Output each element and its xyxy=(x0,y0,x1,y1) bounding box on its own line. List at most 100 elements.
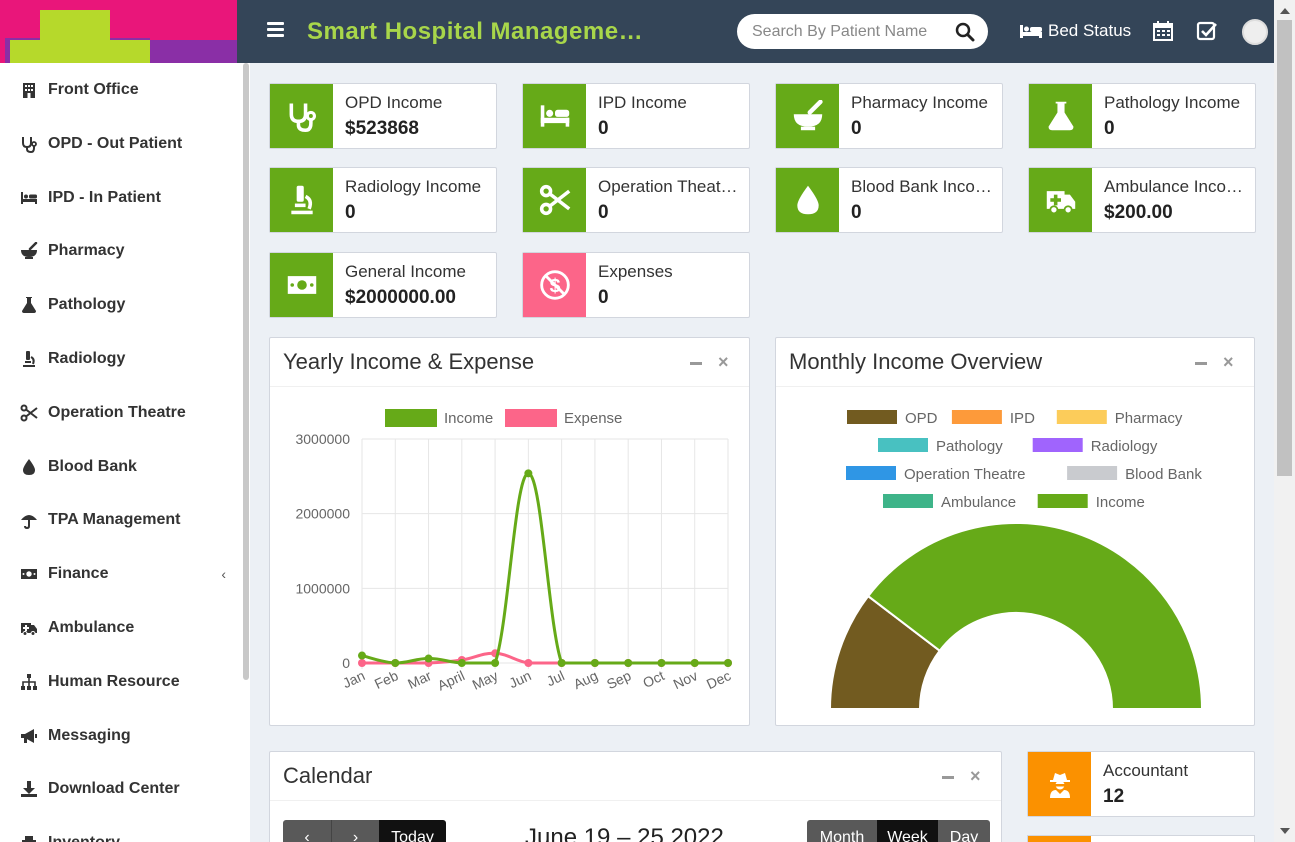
stat-card-operation-theatre-income[interactable]: Operation Theatre Income 0 xyxy=(522,167,750,233)
user-avatar[interactable] xyxy=(1242,19,1268,45)
bed-status-link[interactable]: Bed Status xyxy=(1019,21,1131,41)
stat-card-ambulance-income[interactable]: Ambulance Income $200.00 xyxy=(1028,167,1256,233)
search-input[interactable] xyxy=(752,21,947,43)
hospital-logo[interactable] xyxy=(0,0,237,63)
legend-swatch-expense[interactable] xyxy=(505,409,557,427)
sidebar-item-human-resource[interactable]: Human Resource xyxy=(0,655,240,709)
calendar-icon[interactable] xyxy=(1152,20,1174,42)
close-icon[interactable]: × xyxy=(970,766,981,787)
legend-swatch[interactable] xyxy=(1067,466,1118,480)
card-label: Ambulance Income xyxy=(1104,177,1249,196)
close-icon[interactable]: × xyxy=(718,352,729,373)
svg-text:$: $ xyxy=(549,275,560,297)
y-tick-label: 1000000 xyxy=(295,580,350,596)
calendar-week-view-button[interactable]: Week xyxy=(877,820,938,842)
data-point-income[interactable] xyxy=(657,659,666,667)
legend-swatch-income[interactable] xyxy=(385,409,437,427)
minimize-icon[interactable] xyxy=(1195,362,1207,365)
staff-card-accountant[interactable]: Accountant 12 xyxy=(1027,751,1255,817)
sidebar-item-operation-theatre[interactable]: Operation Theatre xyxy=(0,386,240,440)
sidebar-item-finance[interactable]: Finance ‹ xyxy=(0,547,240,601)
stat-card-expenses[interactable]: $ Expenses 0 xyxy=(522,252,750,318)
x-tick-label: Sep xyxy=(604,667,634,692)
sidebar-item-radiology[interactable]: Radiology xyxy=(0,332,240,386)
legend-swatch[interactable] xyxy=(846,466,896,480)
sitemap-icon xyxy=(18,672,40,692)
calendar-month-view-button[interactable]: Month xyxy=(807,820,877,842)
legend-swatch[interactable] xyxy=(1056,410,1107,424)
calendar-today-button[interactable]: Today xyxy=(379,820,446,842)
data-point-income[interactable] xyxy=(624,659,633,667)
menu-toggle-icon[interactable] xyxy=(267,22,284,38)
bed-icon xyxy=(18,188,40,208)
sidebar-item-tpa-management[interactable]: TPA Management xyxy=(0,493,240,547)
card-label: Pathology Income xyxy=(1104,93,1241,112)
minimize-icon[interactable] xyxy=(942,776,954,779)
data-point-income[interactable] xyxy=(690,659,699,667)
sidebar-item-pharmacy[interactable]: Pharmacy xyxy=(0,224,240,278)
close-icon[interactable]: × xyxy=(1223,352,1234,373)
legend-swatch[interactable] xyxy=(1037,494,1088,508)
mortar-pestle-icon xyxy=(776,84,839,148)
scissors-icon xyxy=(18,403,40,423)
task-checklist-icon[interactable] xyxy=(1196,20,1218,42)
stat-card-pathology-income[interactable]: Pathology Income 0 xyxy=(1028,83,1256,149)
sidebar-item-pathology[interactable]: Pathology xyxy=(0,278,240,332)
sidebar-item-label: Pathology xyxy=(48,296,126,314)
sidebar-item-messaging[interactable]: Messaging xyxy=(0,709,240,763)
sidebar-item-ipd-in-patient[interactable]: IPD - In Patient xyxy=(0,171,240,225)
next-staff-card[interactable] xyxy=(1027,835,1255,842)
sidebar-scrollbar[interactable] xyxy=(243,63,249,680)
yearly-income-expense-panel: Yearly Income & Expense × Income Expense 3… xyxy=(269,337,750,726)
data-point-expense[interactable] xyxy=(524,659,533,667)
legend-swatch[interactable] xyxy=(878,438,928,452)
panel-title: Monthly Income Overview xyxy=(789,349,1043,374)
card-value: 0 xyxy=(598,287,609,308)
data-point-income[interactable] xyxy=(724,659,732,667)
calendar-panel: Calendar × ‹ › Today June 19 – 25 2022 M… xyxy=(269,751,1002,842)
data-point-expense[interactable] xyxy=(358,659,366,667)
card-label: IPD Income xyxy=(598,93,687,112)
sidebar-item-label: Blood Bank xyxy=(48,457,137,475)
card-label: Radiology Income xyxy=(345,177,482,196)
stat-card-opd-income[interactable]: OPD Income $523868 xyxy=(269,83,497,149)
y-tick-label: 2000000 xyxy=(295,506,350,522)
stat-card-radiology-income[interactable]: Radiology Income 0 xyxy=(269,167,497,233)
data-point-income[interactable] xyxy=(524,469,533,478)
search-icon[interactable] xyxy=(955,22,975,42)
data-point-income[interactable] xyxy=(424,654,433,663)
calendar-day-view-button[interactable]: Day xyxy=(938,820,990,842)
legend-swatch[interactable] xyxy=(951,410,1002,424)
chevron-left-icon[interactable]: ‹ xyxy=(221,566,226,582)
calendar-next-button[interactable]: › xyxy=(331,820,379,842)
sidebar-item-blood-bank[interactable]: Blood Bank xyxy=(0,440,240,494)
data-point-income[interactable] xyxy=(557,659,566,667)
sidebar-item-label: TPA Management xyxy=(48,511,181,529)
bed-icon xyxy=(1020,25,1042,38)
legend-swatch[interactable] xyxy=(847,410,897,424)
data-point-income[interactable] xyxy=(457,659,466,667)
stat-card-blood-bank-income[interactable]: Blood Bank Income 0 xyxy=(775,167,1003,233)
calendar-prev-button[interactable]: ‹ xyxy=(283,820,331,842)
data-point-income[interactable] xyxy=(590,659,599,667)
data-point-income[interactable] xyxy=(358,651,366,660)
card-label: Expenses xyxy=(598,262,673,281)
stat-card-pharmacy-income[interactable]: Pharmacy Income 0 xyxy=(775,83,1003,149)
sidebar-item-ambulance[interactable]: Ambulance xyxy=(0,601,240,655)
sidebar: Front Office OPD - Out Patient IPD - In Pa… xyxy=(0,63,250,842)
data-point-income[interactable] xyxy=(391,659,400,667)
data-point-income[interactable] xyxy=(491,659,500,667)
stat-card-ipd-income[interactable]: IPD Income 0 xyxy=(522,83,750,149)
yearly-line-chart: Income Expense3000000200000010000000Jan Fe… xyxy=(295,409,733,694)
minimize-icon[interactable] xyxy=(690,362,702,365)
sidebar-item-opd-out-patient[interactable]: OPD - Out Patient xyxy=(0,117,240,171)
legend-swatch[interactable] xyxy=(1032,438,1083,452)
sidebar-item-front-office[interactable]: Front Office xyxy=(0,63,240,117)
stat-card-general-income[interactable]: General Income $2000000.00 xyxy=(269,252,497,318)
sidebar-item-download-center[interactable]: Download Center xyxy=(0,762,240,816)
page-scrollbar[interactable] xyxy=(1274,0,1295,842)
legend-swatch[interactable] xyxy=(883,494,933,508)
bed-icon xyxy=(523,84,586,148)
sidebar-item-inventory[interactable]: Inventory xyxy=(0,816,240,842)
ambulance-icon xyxy=(1029,168,1092,232)
